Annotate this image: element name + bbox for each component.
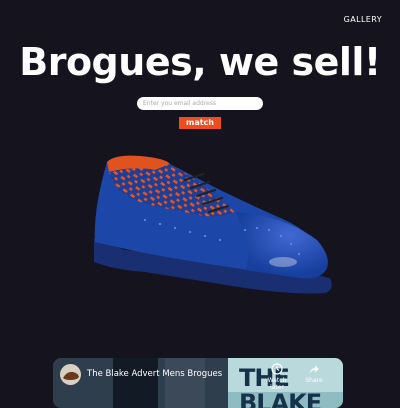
channel-avatar[interactable] bbox=[60, 364, 81, 385]
video-embed[interactable]: The Blake Advert Mens Brogues THE BLAKE … bbox=[53, 358, 343, 408]
hero-title: Brogues, we sell! bbox=[19, 40, 381, 84]
brogue-shoe-image bbox=[94, 155, 332, 294]
share-button[interactable]: Share bbox=[300, 363, 328, 384]
video-title[interactable]: The Blake Advert Mens Brogues bbox=[87, 369, 222, 379]
share-icon bbox=[310, 365, 319, 373]
watch-later-label: Watch later bbox=[267, 377, 287, 391]
submit-button[interactable]: match bbox=[179, 117, 221, 129]
signup-form: match bbox=[0, 97, 400, 129]
email-input[interactable] bbox=[137, 97, 263, 110]
share-label: Share bbox=[305, 377, 323, 384]
clock-icon bbox=[271, 363, 283, 375]
watch-later-button[interactable]: Watch later bbox=[263, 363, 291, 391]
nav-gallery-link[interactable]: GALLERY bbox=[344, 15, 382, 24]
